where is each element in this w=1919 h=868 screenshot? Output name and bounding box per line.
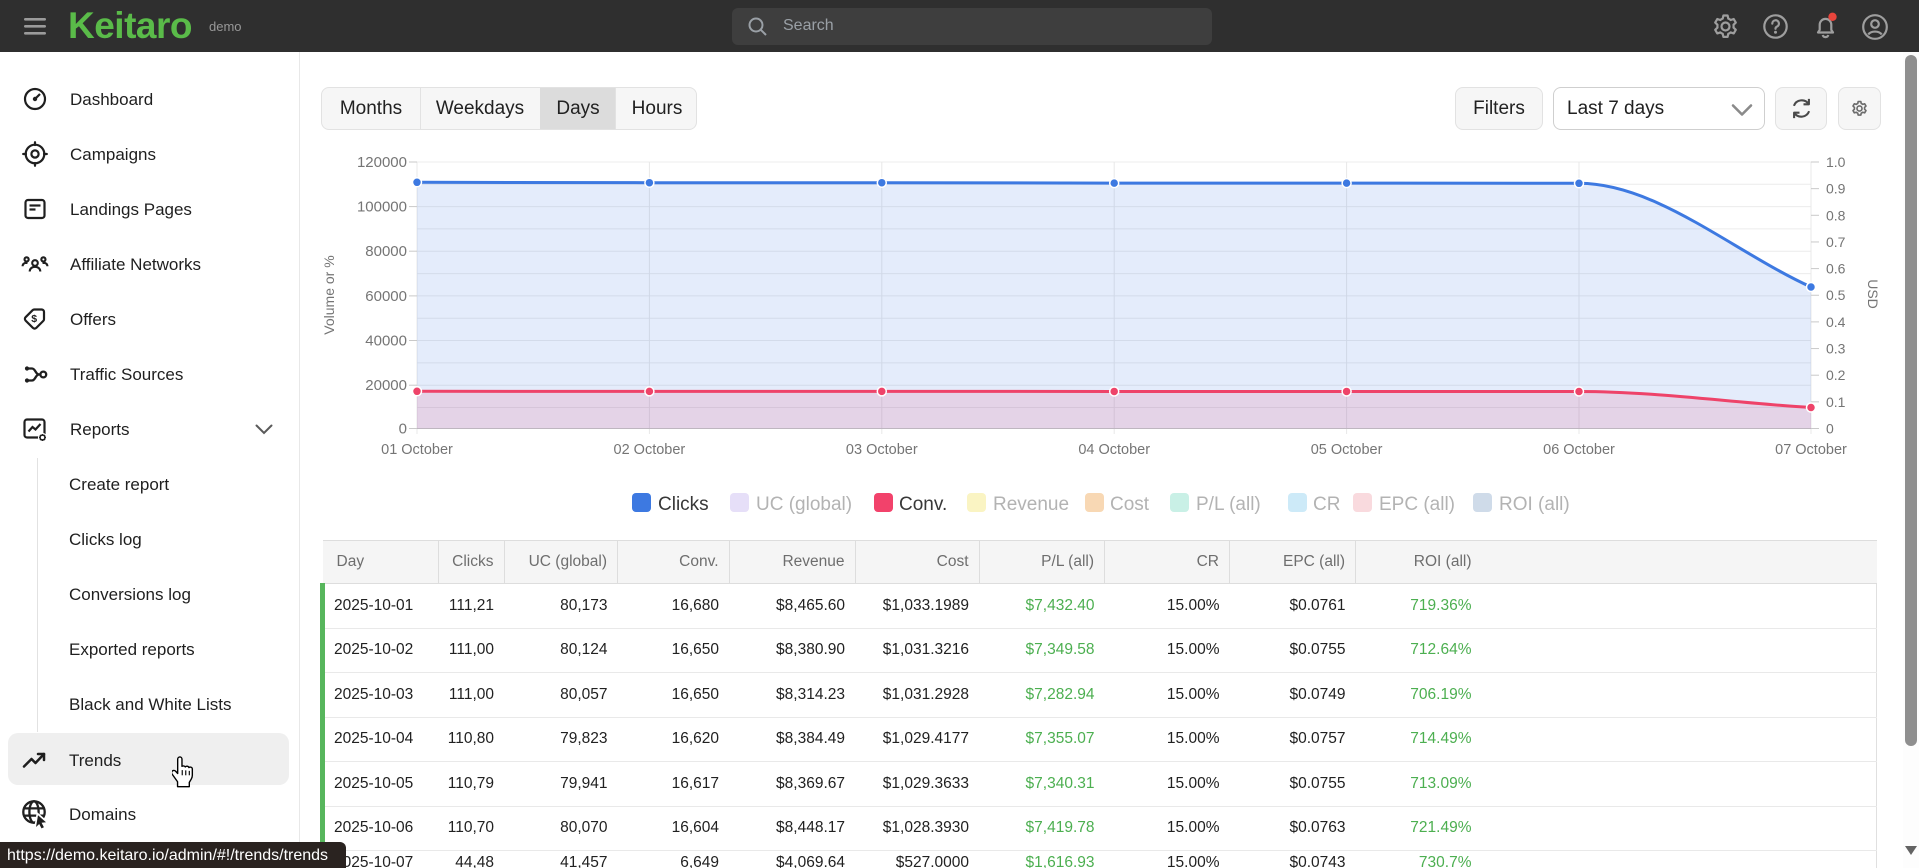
svg-text:20000: 20000 xyxy=(365,377,407,394)
svg-text:04 October: 04 October xyxy=(1078,442,1150,458)
svg-text:0.1: 0.1 xyxy=(1826,394,1846,410)
svg-text:0: 0 xyxy=(1826,421,1834,437)
svg-text:0.5: 0.5 xyxy=(1826,287,1846,303)
svg-text:100000: 100000 xyxy=(357,199,407,216)
svg-text:05 October: 05 October xyxy=(1311,442,1383,458)
svg-text:120000: 120000 xyxy=(357,154,407,171)
svg-text:07 October: 07 October xyxy=(1775,442,1847,458)
svg-text:0: 0 xyxy=(399,421,407,438)
svg-text:40000: 40000 xyxy=(365,333,407,350)
svg-text:0.9: 0.9 xyxy=(1826,181,1846,197)
svg-text:1.0: 1.0 xyxy=(1826,154,1846,170)
svg-text:0.8: 0.8 xyxy=(1826,207,1846,223)
svg-text:0.4: 0.4 xyxy=(1826,314,1846,330)
svg-text:02 October: 02 October xyxy=(614,442,686,458)
svg-text:Volume or %: Volume or % xyxy=(321,255,337,334)
svg-text:$: $ xyxy=(31,313,37,325)
svg-text:0.7: 0.7 xyxy=(1826,234,1846,250)
svg-text:USD: USD xyxy=(1865,279,1881,309)
svg-text:0.2: 0.2 xyxy=(1826,367,1846,383)
svg-text:0.3: 0.3 xyxy=(1826,341,1846,357)
svg-text:01 October: 01 October xyxy=(381,442,453,458)
svg-text:60000: 60000 xyxy=(365,288,407,305)
svg-text:03 October: 03 October xyxy=(846,442,918,458)
svg-text:0.6: 0.6 xyxy=(1826,261,1846,277)
svg-text:80000: 80000 xyxy=(365,243,407,260)
svg-text:06 October: 06 October xyxy=(1543,442,1615,458)
